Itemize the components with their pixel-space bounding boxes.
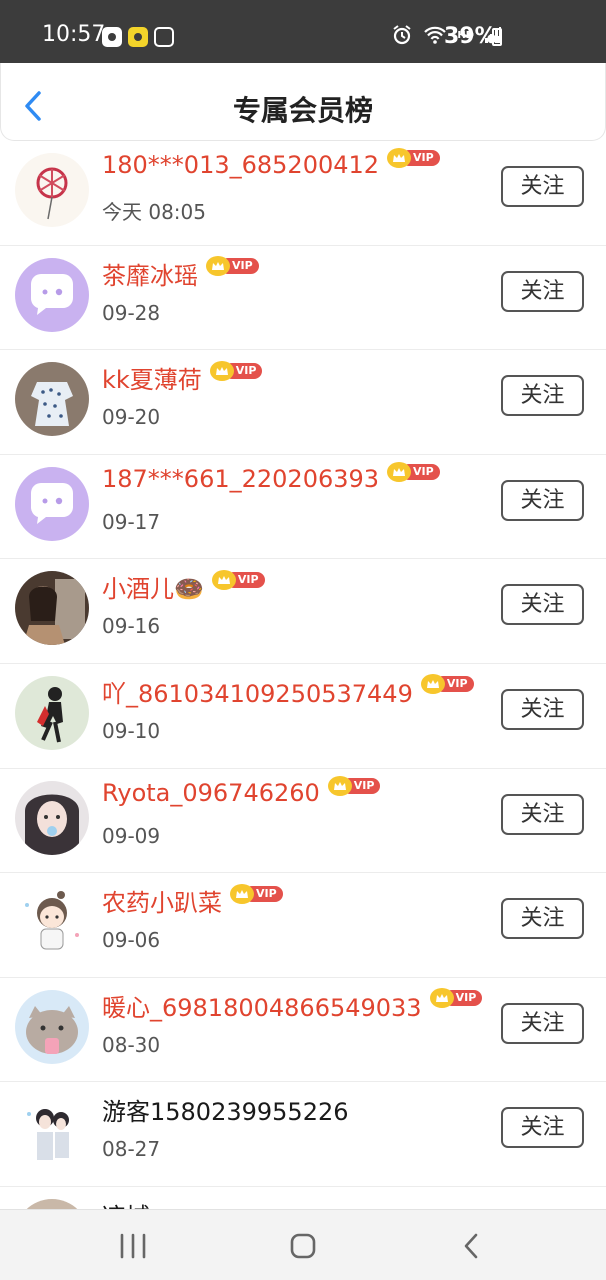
member-name: 暖心_69818004866549033 bbox=[102, 993, 422, 1022]
crown-icon bbox=[230, 883, 254, 904]
list-item[interactable]: 吖_861034109250537449 VIP 09-10 关注 bbox=[0, 664, 606, 769]
list-item[interactable]: 180***013_685200412 VIP 今天 08:05 关注 bbox=[0, 141, 606, 246]
vip-badge: VIP bbox=[387, 461, 440, 482]
avatar bbox=[15, 675, 89, 750]
vip-badge: VIP bbox=[209, 360, 263, 381]
list-item[interactable]: 农药小趴菜 VIP 09-06 关注 bbox=[0, 873, 606, 978]
list-item[interactable]: 茶靡冰瑶 VIP 09-28 关注 bbox=[0, 246, 606, 351]
crown-icon bbox=[387, 461, 412, 482]
instagram-icon bbox=[154, 27, 174, 47]
avatar bbox=[15, 780, 89, 855]
avatar bbox=[15, 1094, 89, 1169]
name-line: 游客1580239955226 bbox=[102, 1092, 349, 1127]
name-line: Ryota_096746260 VIP bbox=[102, 775, 381, 807]
member-date: 08-30 bbox=[102, 1032, 161, 1057]
member-date: 09-17 bbox=[102, 509, 161, 534]
follow-button[interactable]: 关注 bbox=[501, 584, 584, 626]
member-name: 游客1580239955226 bbox=[102, 1098, 349, 1127]
follow-button[interactable]: 关注 bbox=[501, 1002, 584, 1044]
member-list: 180***013_685200412 VIP 今天 08:05 关注 茶靡冰瑶… bbox=[0, 141, 606, 1280]
vip-badge: VIP bbox=[387, 148, 440, 168]
page-title: 专属会员榜 bbox=[232, 94, 373, 127]
face-app-icon bbox=[102, 27, 122, 47]
member-date: 09-28 bbox=[102, 300, 161, 325]
follow-button[interactable]: 关注 bbox=[501, 166, 584, 207]
name-line: kk夏薄荷 VIP bbox=[102, 360, 263, 395]
vip-badge: VIP bbox=[327, 775, 381, 796]
follow-button[interactable]: 关注 bbox=[501, 479, 584, 521]
name-line: 农药小趴菜 VIP bbox=[102, 883, 283, 918]
member-date: 09-10 bbox=[102, 718, 161, 743]
member-name: 茶靡冰瑶 bbox=[102, 261, 198, 290]
name-line: 180***013_685200412 VIP bbox=[102, 148, 440, 179]
back-icon bbox=[464, 1233, 478, 1259]
member-name: Ryota_096746260 bbox=[102, 778, 320, 807]
battery-percent: 39% bbox=[444, 24, 497, 49]
avatar bbox=[15, 571, 89, 646]
notification-icons bbox=[102, 27, 174, 47]
vip-badge: VIP bbox=[429, 988, 483, 1009]
avatar bbox=[15, 466, 89, 541]
member-date: 08-27 bbox=[102, 1137, 161, 1162]
member-date: 09-06 bbox=[102, 928, 161, 953]
list-item[interactable]: kk夏薄荷 VIP 09-20 关注 bbox=[0, 350, 606, 455]
list-item[interactable]: 暖心_69818004866549033 VIP 08-30 关注 bbox=[0, 978, 606, 1083]
nav-back-button[interactable] bbox=[452, 1230, 492, 1262]
member-name: 180***013_685200412 bbox=[102, 151, 380, 179]
alarm-icon bbox=[393, 25, 411, 45]
name-line: 187***661_220206393 VIP bbox=[102, 461, 440, 493]
list-item[interactable]: Ryota_096746260 VIP 09-09 关注 bbox=[0, 769, 606, 874]
name-line: 小酒儿🍩 VIP bbox=[102, 569, 265, 604]
battery-icon bbox=[492, 28, 502, 46]
member-date: 09-09 bbox=[102, 823, 161, 848]
header: 专属会员榜 bbox=[0, 63, 606, 141]
avatar bbox=[15, 257, 89, 332]
member-date: 09-16 bbox=[102, 614, 161, 639]
follow-button[interactable]: 关注 bbox=[501, 270, 584, 312]
list-item[interactable]: 小酒儿🍩 VIP 09-16 关注 bbox=[0, 559, 606, 664]
follow-button[interactable]: 关注 bbox=[501, 1107, 584, 1149]
follow-button[interactable]: 关注 bbox=[501, 688, 584, 730]
crown-icon bbox=[211, 569, 236, 590]
chat-app-icon bbox=[128, 27, 148, 47]
member-name: 农药小趴菜 bbox=[102, 889, 222, 918]
crown-icon bbox=[327, 775, 352, 796]
status-time: 10:57 bbox=[42, 22, 106, 47]
member-name: 187***661_220206393 bbox=[102, 464, 380, 493]
recents-icon bbox=[120, 1233, 146, 1259]
home-icon bbox=[290, 1233, 316, 1259]
member-name: 吖_861034109250537449 bbox=[102, 679, 413, 708]
name-line: 茶靡冰瑶 VIP bbox=[102, 256, 259, 291]
system-nav-bar bbox=[0, 1209, 606, 1280]
name-line: 暖心_69818004866549033 VIP bbox=[102, 988, 483, 1023]
crown-icon bbox=[206, 256, 230, 277]
name-line: 吖_861034109250537449 VIP bbox=[102, 674, 474, 709]
recents-button[interactable] bbox=[113, 1230, 153, 1262]
home-button[interactable] bbox=[283, 1230, 323, 1262]
crown-icon bbox=[429, 988, 454, 1009]
avatar bbox=[15, 885, 89, 960]
member-date: 今天 08:05 bbox=[102, 200, 206, 224]
list-item[interactable]: 187***661_220206393 VIP 09-17 关注 bbox=[0, 455, 606, 560]
avatar bbox=[15, 989, 89, 1064]
list-item[interactable]: 游客1580239955226 08-27 关注 bbox=[0, 1082, 606, 1187]
avatar bbox=[15, 362, 89, 437]
crown-icon bbox=[209, 360, 234, 381]
vip-badge: VIP bbox=[211, 569, 265, 590]
member-name: 小酒儿🍩 bbox=[102, 575, 204, 604]
avatar bbox=[15, 153, 89, 227]
status-bar: 10:57 HD 39% bbox=[0, 0, 606, 63]
follow-button[interactable]: 关注 bbox=[501, 898, 584, 940]
crown-icon bbox=[387, 148, 412, 168]
member-date: 09-20 bbox=[102, 405, 161, 430]
vip-badge: VIP bbox=[230, 883, 283, 904]
vip-badge: VIP bbox=[206, 256, 259, 277]
follow-button[interactable]: 关注 bbox=[501, 793, 584, 835]
member-name: kk夏薄荷 bbox=[102, 366, 202, 395]
follow-button[interactable]: 关注 bbox=[501, 375, 584, 417]
vip-badge: VIP bbox=[420, 674, 474, 695]
